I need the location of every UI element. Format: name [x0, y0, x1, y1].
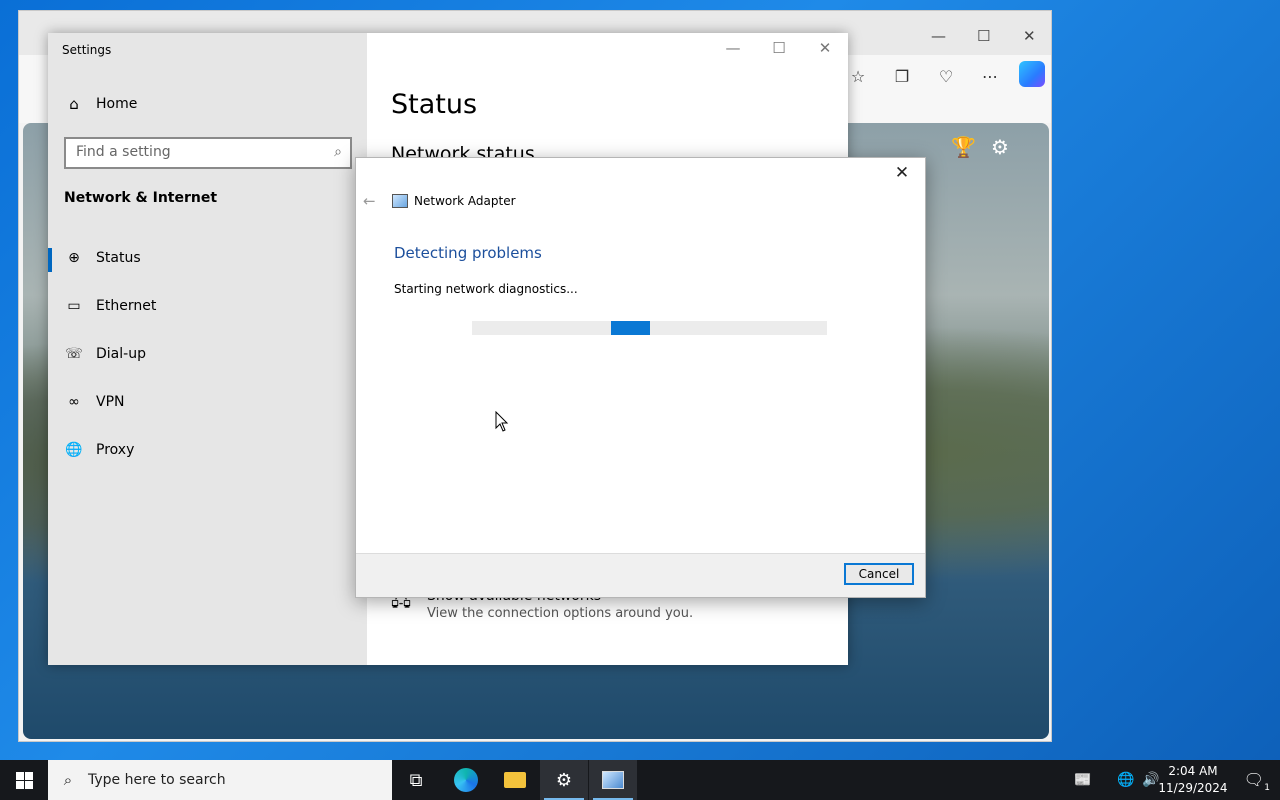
sidebar-item-status[interactable]: ⊕ Status	[48, 238, 367, 278]
taskbar-file-explorer[interactable]	[491, 760, 539, 800]
network-adapter-icon	[602, 771, 624, 789]
dialog-heading: Detecting problems	[394, 244, 542, 262]
settings-close-button[interactable]: ✕	[802, 39, 848, 57]
sidebar-item-label: Proxy	[96, 442, 135, 458]
taskbar-clock[interactable]: 2:04 AM 11/29/2024	[1158, 763, 1228, 797]
page-title: Status	[391, 89, 478, 120]
notification-count: 1	[1264, 783, 1270, 793]
gear-icon: ⚙	[555, 769, 573, 791]
taskbar-search-placeholder: Type here to search	[88, 772, 226, 788]
progress-indicator	[611, 321, 650, 335]
section-title: Network & Internet	[64, 190, 218, 206]
page-settings-gear-icon[interactable]: ⚙	[991, 135, 1009, 159]
dialog-header: Network Adapter	[392, 194, 516, 208]
network-adapter-icon	[392, 194, 408, 208]
globe-network-icon: ⊕	[68, 250, 80, 266]
home-icon: ⌂	[69, 95, 79, 113]
more-options-icon[interactable]: ⋯	[977, 63, 1003, 89]
dialog-status-text: Starting network diagnostics...	[394, 282, 578, 296]
sidebar-item-dialup[interactable]: ☏ Dial-up	[48, 334, 367, 374]
home-label: Home	[96, 96, 138, 112]
start-button[interactable]	[0, 760, 48, 800]
rewards-trophy-icon[interactable]: 🏆	[951, 135, 976, 159]
dialup-icon: ☏	[65, 346, 83, 362]
globe-icon: 🌐	[65, 442, 83, 458]
dialog-footer: Cancel	[356, 553, 925, 597]
sidebar-item-proxy[interactable]: 🌐 Proxy	[48, 430, 367, 470]
ethernet-icon: ▭	[67, 298, 81, 314]
notification-icon: 🗨	[1243, 770, 1264, 789]
sidebar-item-vpn[interactable]: ∞ VPN	[48, 382, 367, 422]
collections-icon[interactable]: ❐	[889, 63, 915, 89]
network-globe-icon[interactable]: 🌐	[1114, 760, 1138, 800]
taskbar-edge[interactable]	[442, 760, 490, 800]
browser-essentials-icon[interactable]: ♡	[933, 63, 959, 89]
clock-time: 2:04 AM	[1168, 764, 1218, 778]
task-view-button[interactable]: ⧉	[392, 760, 440, 800]
taskbar-settings[interactable]: ⚙	[540, 760, 588, 800]
vpn-icon: ∞	[68, 394, 80, 410]
clock-date: 11/29/2024	[1158, 781, 1228, 795]
browser-maximize-button[interactable]: ☐	[977, 27, 990, 45]
diagnostics-progress-bar	[472, 321, 827, 335]
taskbar-search-box[interactable]: ⌕ Type here to search	[48, 760, 392, 800]
settings-search-input[interactable]: Find a setting ⌕	[64, 137, 352, 169]
settings-home-link[interactable]: ⌂ Home	[64, 95, 137, 113]
dialog-header-label: Network Adapter	[414, 194, 516, 208]
copilot-icon[interactable]	[1019, 61, 1045, 87]
cancel-button[interactable]: Cancel	[844, 563, 914, 585]
taskbar: ⌕ Type here to search ⧉ ⚙ 📰 🌐 🔊 2:04 AM …	[0, 760, 1280, 800]
folder-icon	[504, 772, 526, 788]
mouse-cursor-icon	[495, 411, 509, 432]
search-icon: ⌕	[334, 144, 342, 160]
settings-search-placeholder: Find a setting	[76, 144, 171, 160]
browser-close-button[interactable]: ✕	[1023, 27, 1036, 45]
sidebar-item-ethernet[interactable]: ▭ Ethernet	[48, 286, 367, 326]
settings-maximize-button[interactable]: ☐	[756, 39, 802, 57]
dialog-close-button[interactable]: ✕	[887, 163, 917, 187]
task-view-icon: ⧉	[409, 769, 423, 791]
taskbar-troubleshooter[interactable]	[589, 760, 637, 800]
favorites-star-icon[interactable]: ☆	[845, 63, 871, 89]
sidebar-item-label: Dial-up	[96, 346, 146, 362]
search-icon: ⌕	[63, 771, 73, 789]
notification-center-button[interactable]: 🗨 1	[1243, 770, 1270, 793]
windows-logo-icon	[15, 771, 33, 789]
edge-icon	[454, 768, 478, 792]
settings-sidebar: Settings ⌂ Home Find a setting ⌕ Network…	[48, 33, 367, 665]
troubleshooter-dialog: ✕ ← Network Adapter Detecting problems S…	[355, 157, 926, 598]
settings-window-title: Settings	[62, 43, 112, 57]
settings-minimize-button[interactable]: —	[710, 39, 756, 57]
sidebar-item-label: Status	[96, 250, 141, 266]
sidebar-item-label: Ethernet	[96, 298, 157, 314]
available-networks-description: View the connection options around you.	[427, 606, 694, 621]
news-widget-icon[interactable]: 📰	[1068, 760, 1098, 800]
back-arrow-icon[interactable]: ←	[363, 192, 376, 210]
browser-minimize-button[interactable]: —	[931, 27, 946, 45]
sidebar-item-label: VPN	[96, 394, 125, 410]
